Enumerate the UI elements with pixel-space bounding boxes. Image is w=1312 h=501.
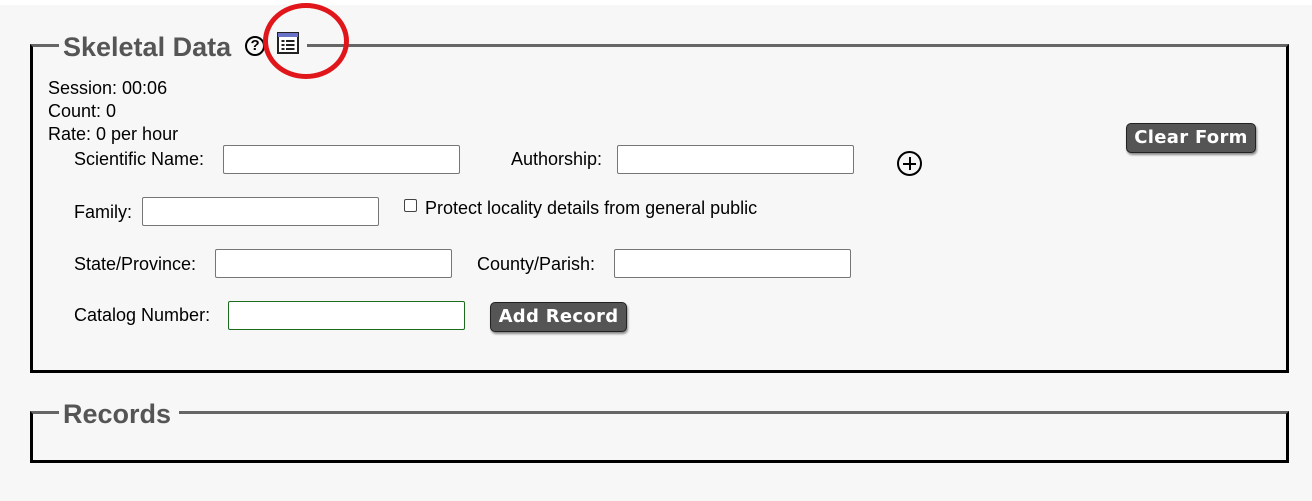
authorship-input[interactable] <box>617 145 854 174</box>
records-title: Records <box>63 398 172 429</box>
catalog-number-label: Catalog Number: <box>74 305 211 325</box>
state-province-label: State/Province: <box>74 254 197 274</box>
protect-locality-checkbox[interactable] <box>404 199 417 212</box>
skeletal-data-title: Skeletal Data <box>63 31 232 62</box>
scientific-name-label: Scientific Name: <box>74 149 205 169</box>
family-label: Family: <box>74 202 132 222</box>
records-fieldset: Records <box>30 397 1289 463</box>
help-circle-icon[interactable]: ? <box>245 35 266 56</box>
session-time: Session: 00:06 <box>48 78 168 98</box>
session-stats: Session: 00:06 Count: 0 Rate: 0 per hour <box>48 77 178 146</box>
scientific-name-input[interactable] <box>223 145 460 174</box>
county-parish-input[interactable] <box>614 249 851 278</box>
records-legend: Records <box>59 397 179 429</box>
table-list-icon[interactable] <box>277 30 300 60</box>
add-record-button[interactable]: Add Record <box>490 302 627 332</box>
skeletal-data-legend: Skeletal Data? <box>59 30 307 62</box>
authorship-label: Authorship: <box>511 149 603 169</box>
catalog-number-input[interactable] <box>228 301 465 330</box>
county-parish-label: County/Parish: <box>477 254 596 274</box>
entry-rate: Rate: 0 per hour <box>48 124 179 144</box>
protect-locality-label: Protect locality details from general pu… <box>425 198 758 218</box>
state-province-input[interactable] <box>215 249 452 278</box>
plus-circle-icon[interactable] <box>897 151 922 176</box>
top-strip <box>0 0 1312 5</box>
clear-form-button[interactable]: Clear Form <box>1126 123 1256 153</box>
record-count: Count: 0 <box>48 101 117 121</box>
family-input[interactable] <box>142 197 379 226</box>
